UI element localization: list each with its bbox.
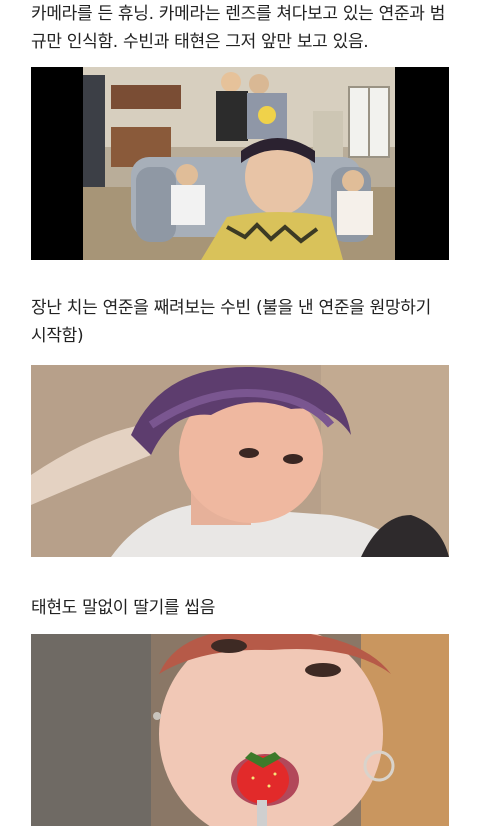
closeup-purple-hair-illustration (31, 365, 449, 557)
caption-2: 장난 치는 연준을 째려보는 수빈 (불을 낸 연준을 원망하기 시작함) (31, 298, 431, 346)
closeup-strawberry-illustration (31, 634, 449, 826)
photo-closeup-strawberry (31, 634, 449, 826)
photo-closeup-purple-hair (31, 365, 449, 557)
caption-3: 태현도 말없이 딸기를 씹음 (31, 598, 216, 618)
photo-living-room (31, 67, 449, 260)
living-room-illustration (31, 67, 449, 260)
caption-1: 카메라를 든 휴닝. 카메라는 렌즈를 쳐다보고 있는 연준과 범규만 인식함.… (31, 4, 446, 52)
